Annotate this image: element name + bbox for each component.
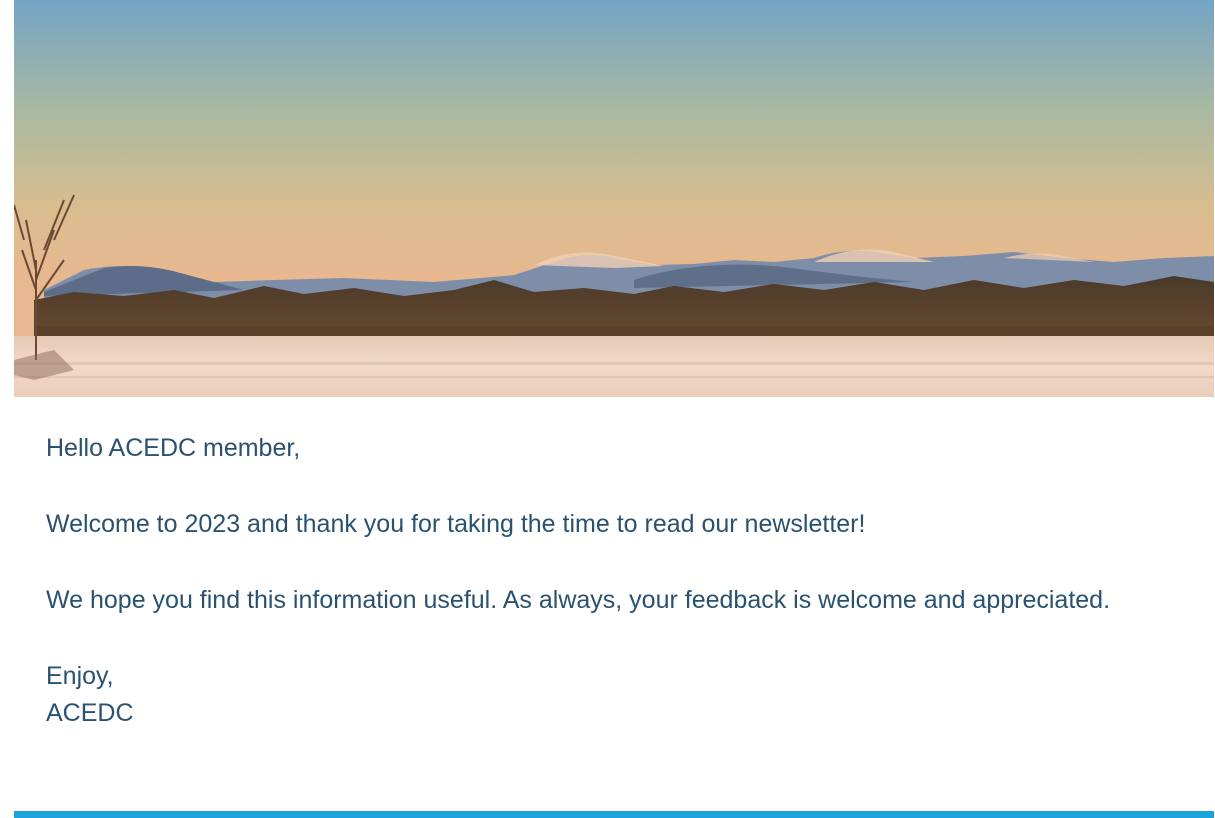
signature-text: ACEDC [46,699,134,727]
newsletter-page: Hello ACEDC member, Welcome to 2023 and … [0,0,1215,818]
hope-text: We hope you find this information useful… [46,586,1111,614]
footer-accent-bar [14,811,1214,818]
hero-image [14,0,1214,397]
signoff-text: Enjoy, [46,662,114,690]
winter-landscape-image [14,0,1214,397]
message-body: Hello ACEDC member, Welcome to 2023 and … [46,430,1166,732]
greeting-text: Hello ACEDC member, [46,434,301,462]
welcome-text: Welcome to 2023 and thank you for taking… [46,510,866,538]
